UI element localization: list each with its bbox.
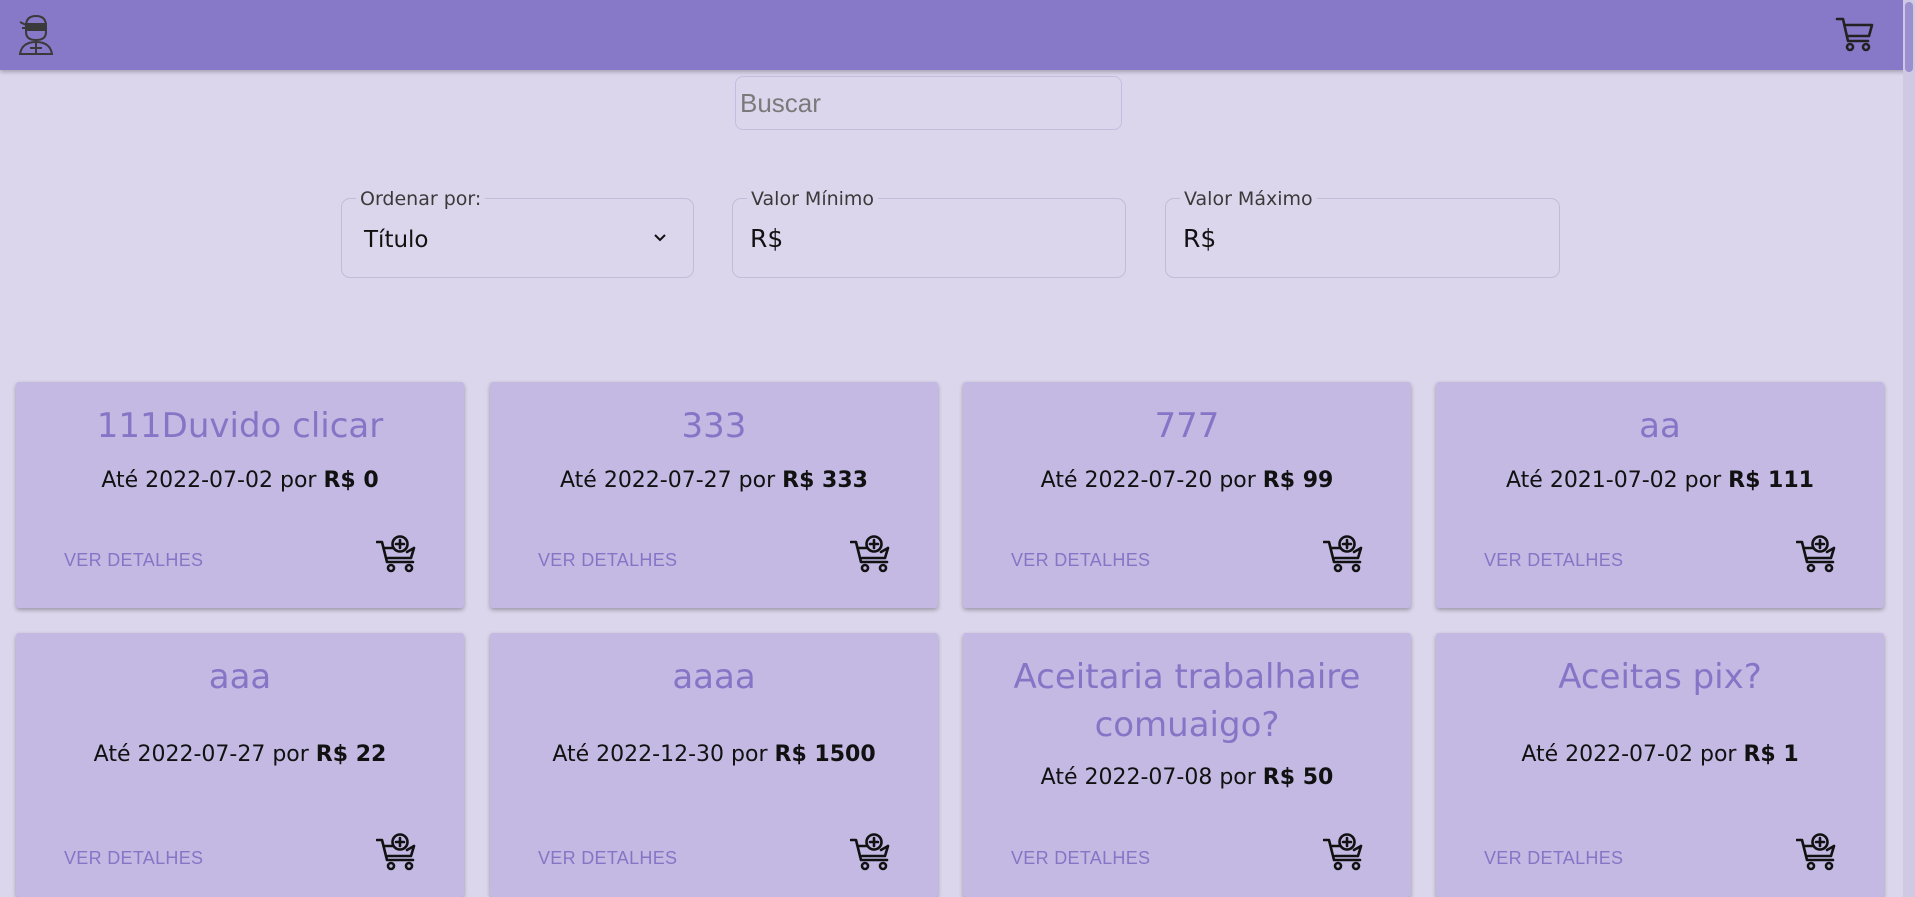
sort-label: Ordenar por: bbox=[356, 187, 486, 211]
product-price: R$ 99 bbox=[1262, 468, 1334, 493]
product-title-line1: Aceitaria trabalhaire bbox=[1013, 657, 1361, 697]
details-button[interactable]: VER DETALHES bbox=[1484, 550, 1623, 571]
page-scrollbar[interactable] bbox=[1903, 0, 1915, 897]
product-deadline: Até 2022-07-08 por bbox=[1040, 765, 1263, 790]
product-price: R$ 333 bbox=[782, 468, 868, 493]
product-deadline: Até 2022-07-27 por bbox=[560, 468, 783, 493]
product-title: aaaa bbox=[672, 657, 756, 697]
product-title: 777 bbox=[1154, 406, 1220, 446]
top-app-bar bbox=[0, 0, 1915, 70]
product-price: R$ 50 bbox=[1262, 765, 1334, 790]
product-deadline: Até 2022-07-20 por bbox=[1040, 468, 1263, 493]
product-card: 333 Até 2022-07-27 por R$ 333 VER DETALH… bbox=[490, 382, 938, 608]
product-info: Até 2021-07-02 por R$ 111 bbox=[1436, 466, 1884, 496]
details-button[interactable]: VER DETALHES bbox=[64, 848, 203, 869]
product-info: Até 2022-07-27 por R$ 333 bbox=[490, 466, 938, 496]
min-value-label: Valor Mínimo bbox=[747, 187, 879, 211]
min-value-prefix: R$ bbox=[750, 224, 784, 253]
add-to-cart-icon[interactable] bbox=[850, 832, 894, 872]
add-to-cart-icon[interactable] bbox=[376, 832, 420, 872]
add-to-cart-icon[interactable] bbox=[1796, 832, 1840, 872]
product-title: 333 bbox=[681, 406, 747, 446]
product-info: Até 2022-07-02 por R$ 1 bbox=[1436, 740, 1884, 770]
product-price: R$ 0 bbox=[323, 468, 379, 493]
chevron-down-icon bbox=[654, 234, 666, 242]
ninja-avatar-icon[interactable] bbox=[16, 12, 56, 56]
product-card: 111Duvido clicar Até 2022-07-02 por R$ 0… bbox=[16, 382, 464, 608]
add-to-cart-icon[interactable] bbox=[1323, 832, 1367, 872]
sort-select[interactable]: Ordenar por: Título bbox=[341, 187, 694, 278]
product-price: R$ 111 bbox=[1728, 468, 1814, 493]
product-title: aaa bbox=[208, 657, 272, 697]
product-title-line2: comuaigo? bbox=[1094, 705, 1280, 745]
details-button[interactable]: VER DETALHES bbox=[538, 550, 677, 571]
max-value-prefix: R$ bbox=[1183, 224, 1217, 253]
add-to-cart-icon[interactable] bbox=[850, 534, 894, 574]
product-title: 111Duvido clicar bbox=[96, 406, 384, 446]
product-info: Até 2022-12-30 por R$ 1500 bbox=[490, 740, 938, 770]
product-card: aa Até 2021-07-02 por R$ 111 VER DETALHE… bbox=[1436, 382, 1884, 608]
product-info: Até 2022-07-08 por R$ 50 bbox=[963, 763, 1411, 793]
product-deadline: Até 2022-07-02 por bbox=[1521, 742, 1744, 767]
product-card: Aceitaria trabalhaire comuaigo? Até 2022… bbox=[963, 633, 1411, 897]
details-button[interactable]: VER DETALHES bbox=[1484, 848, 1623, 869]
details-button[interactable]: VER DETALHES bbox=[538, 848, 677, 869]
details-button[interactable]: VER DETALHES bbox=[1011, 550, 1150, 571]
product-deadline: Até 2022-07-02 por bbox=[101, 468, 324, 493]
max-value-label: Valor Máximo bbox=[1180, 187, 1317, 211]
product-deadline: Até 2022-07-27 por bbox=[93, 742, 316, 767]
search-input[interactable] bbox=[735, 76, 1122, 130]
add-to-cart-icon[interactable] bbox=[1323, 534, 1367, 574]
product-price: R$ 1 bbox=[1743, 742, 1799, 767]
product-info: Até 2022-07-27 por R$ 22 bbox=[16, 740, 464, 770]
scrollbar-thumb[interactable] bbox=[1905, 2, 1913, 72]
details-button[interactable]: VER DETALHES bbox=[64, 550, 203, 571]
min-value-field[interactable]: Valor Mínimo R$ bbox=[732, 187, 1126, 278]
product-title: aa bbox=[1639, 406, 1681, 446]
product-price: R$ 1500 bbox=[774, 742, 876, 767]
product-deadline: Até 2021-07-02 por bbox=[1506, 468, 1729, 493]
product-card: aaaa Até 2022-12-30 por R$ 1500 VER DETA… bbox=[490, 633, 938, 897]
product-info: Até 2022-07-20 por R$ 99 bbox=[963, 466, 1411, 496]
sort-selected-value: Título bbox=[364, 227, 429, 253]
product-price: R$ 22 bbox=[315, 742, 387, 767]
product-info: Até 2022-07-02 por R$ 0 bbox=[16, 466, 464, 496]
add-to-cart-icon[interactable] bbox=[1796, 534, 1840, 574]
add-to-cart-icon[interactable] bbox=[376, 534, 420, 574]
details-button[interactable]: VER DETALHES bbox=[1011, 848, 1150, 869]
product-card: aaa Até 2022-07-27 por R$ 22 VER DETALHE… bbox=[16, 633, 464, 897]
product-card: 777 Até 2022-07-20 por R$ 99 VER DETALHE… bbox=[963, 382, 1411, 608]
product-title: Aceitas pix? bbox=[1558, 657, 1762, 697]
max-value-field[interactable]: Valor Máximo R$ bbox=[1165, 187, 1560, 278]
product-card: Aceitas pix? Até 2022-07-02 por R$ 1 VER… bbox=[1436, 633, 1884, 897]
shopping-cart-icon[interactable] bbox=[1835, 14, 1875, 54]
product-deadline: Até 2022-12-30 por bbox=[552, 742, 775, 767]
